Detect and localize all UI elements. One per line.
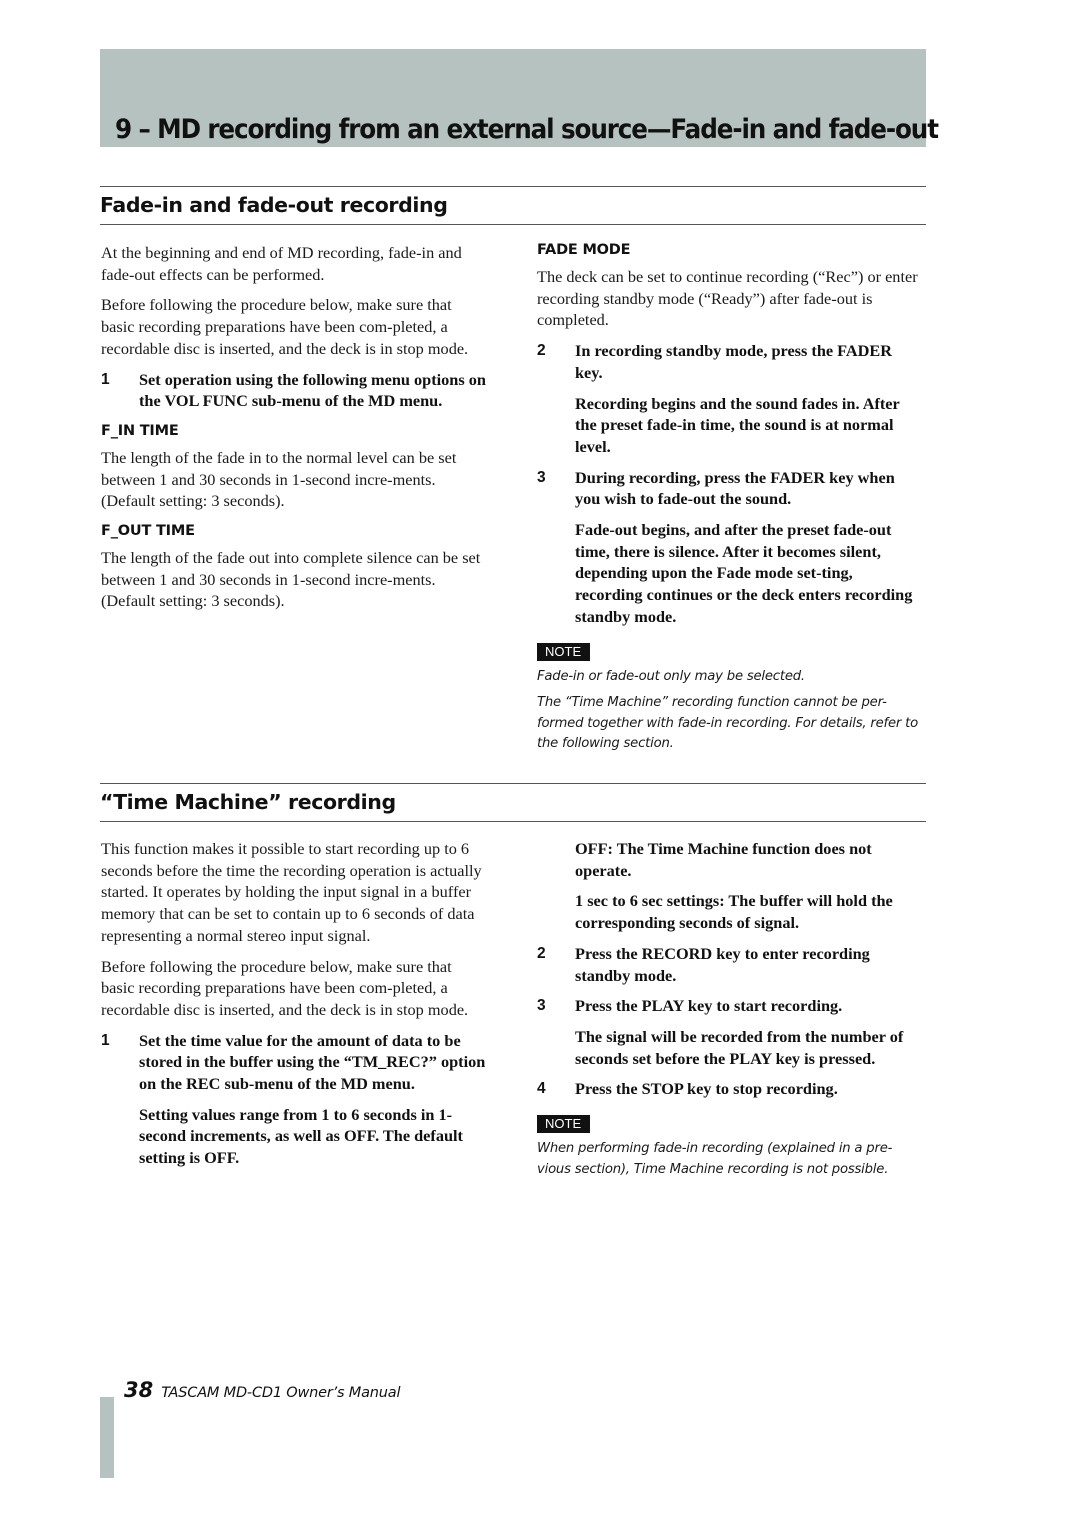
step-text: During recording, press the FADER key wh…: [575, 467, 895, 509]
fade-mode-text: The deck can be set to continue recordin…: [537, 267, 918, 330]
step-number: 2: [537, 944, 546, 962]
section-rule-bottom: [100, 821, 926, 822]
note-badge: NOTE: [537, 642, 591, 661]
fout-time-text: The length of the fade out into complete…: [101, 548, 481, 611]
page-footer: 38 TASCAM MD-CD1 Owner’s Manual: [124, 1378, 400, 1402]
footer-accent-bar: [100, 1397, 114, 1478]
fade-mode-heading: FADE MODE: [537, 242, 631, 258]
note-text: When performing fade-in recording (expla…: [537, 1141, 893, 1177]
step-number: 3: [537, 468, 546, 486]
step-text: Press the STOP key to stop recording.: [575, 1079, 838, 1099]
step-number: 4: [537, 1080, 546, 1098]
step-number: 1: [101, 1031, 110, 1049]
fade-right-column: FADE MODE The deck can be set to continu…: [537, 238, 922, 761]
note-text: The “Time Machine” recording function ca…: [537, 695, 918, 752]
step-text: Set operation using the following menu o…: [139, 369, 486, 411]
time-machine-intro: This function makes it possible to start…: [101, 839, 482, 945]
section-rule-top: [100, 186, 926, 187]
fade-step-2: 2 In recording standby mode, press the F…: [537, 340, 922, 383]
step-number: 1: [101, 370, 110, 388]
page-number: 38: [124, 1378, 154, 1402]
fade-intro-paragraph: At the beginning and end of MD recording…: [101, 243, 462, 284]
chapter-title: 9 – MD recording from an external source…: [115, 114, 939, 145]
step-number: 2: [537, 342, 546, 360]
step-text: Press the RECORD key to enter recording …: [575, 943, 870, 985]
time-machine-step-3: 3 Press the PLAY key to start recording.: [537, 995, 922, 1017]
step-text: In recording standby mode, press the FAD…: [575, 341, 893, 382]
section-heading-fade: Fade-in and fade-out recording: [100, 193, 448, 217]
time-machine-step-1-detail: Setting values range from 1 to 6 seconds…: [139, 1104, 463, 1168]
fade-step-2-detail: Recording begins and the sound fades in.…: [575, 393, 900, 456]
step-number: 3: [537, 997, 546, 1015]
fade-prep-paragraph: Before following the procedure below, ma…: [101, 295, 469, 358]
seconds-setting-detail: 1 sec to 6 sec settings: The buffer will…: [575, 891, 893, 933]
fin-time-heading: F_IN TIME: [101, 422, 179, 439]
time-machine-right-column: OFF: The Time Machine function does not …: [537, 838, 922, 1186]
step-text: Set the time value for the amount of dat…: [139, 1030, 486, 1094]
section-rule-top: [100, 783, 926, 784]
fade-left-column: At the beginning and end of MD recording…: [101, 242, 486, 621]
time-machine-step-4: 4 Press the STOP key to stop recording.: [537, 1078, 922, 1100]
time-machine-step-2: 2 Press the RECORD key to enter recordin…: [537, 943, 922, 986]
note-badge: NOTE: [537, 1115, 591, 1134]
off-setting-detail: OFF: The Time Machine function does not …: [575, 839, 872, 880]
fade-step-1: 1 Set operation using the following menu…: [101, 369, 486, 412]
fin-time-text: The length of the fade in to the normal …: [101, 447, 457, 511]
time-machine-prep: Before following the procedure below, ma…: [101, 956, 469, 1019]
step-text: Press the PLAY key to start recording.: [575, 996, 843, 1016]
time-machine-left-column: This function makes it possible to start…: [101, 838, 486, 1178]
note-text: Fade-in or fade-out only may be selected…: [537, 668, 805, 684]
fade-step-3-detail: Fade-out begins, and after the preset fa…: [575, 520, 913, 626]
section-heading-time-machine: “Time Machine” recording: [100, 790, 396, 814]
time-machine-step-3-detail: The signal will be recorded from the num…: [575, 1026, 904, 1068]
time-machine-step-1: 1 Set the time value for the amount of d…: [101, 1030, 486, 1095]
manual-title: TASCAM MD-CD1 Owner’s Manual: [161, 1385, 401, 1401]
fade-step-3: 3 During recording, press the FADER key …: [537, 467, 922, 510]
section-rule-bottom: [100, 224, 926, 225]
fout-time-heading: F_OUT TIME: [101, 523, 195, 540]
